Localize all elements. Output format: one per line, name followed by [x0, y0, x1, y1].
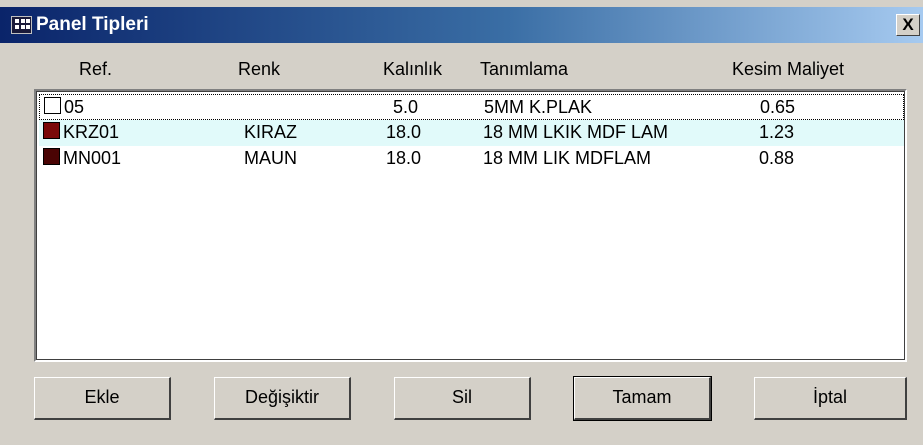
app-window-icon [11, 16, 32, 34]
cell-ref: KRZ01 [63, 122, 120, 142]
cell-renk: KIRAZ [244, 122, 298, 142]
cell-renk: MAUN [244, 148, 297, 168]
ok-button[interactable]: Tamam [573, 376, 712, 421]
color-swatch [43, 122, 60, 139]
list-item[interactable]: 05 5.0 5MM K.PLAK 0.65 [39, 94, 904, 120]
list-item[interactable]: KRZ01 KIRAZ 18.0 18 MM LKIK MDF LAM 1.23 [39, 120, 904, 146]
color-swatch [43, 148, 60, 165]
delete-button[interactable]: Sil [394, 377, 531, 420]
cell-kalinlik: 18.0 [386, 122, 422, 142]
cell-tanimlama: 5MM K.PLAK [484, 97, 593, 117]
cell-maliyet: 0.88 [759, 148, 795, 168]
column-header-kalinlik[interactable]: Kalınlık [383, 59, 442, 80]
add-button[interactable]: Ekle [34, 377, 171, 420]
cell-ref: MN001 [63, 148, 122, 168]
cell-tanimlama: 18 MM LKIK MDF LAM [483, 122, 669, 142]
panel-types-list[interactable]: 05 5.0 5MM K.PLAK 0.65 KRZ01 KIRAZ 18.0 … [34, 89, 907, 362]
cell-tanimlama: 18 MM LIK MDFLAM [483, 148, 652, 168]
column-header-ref[interactable]: Ref. [79, 59, 112, 80]
color-swatch [44, 97, 61, 114]
window-title: Panel Tipleri [36, 14, 149, 35]
close-button[interactable]: X [896, 14, 920, 36]
cell-ref: 05 [64, 97, 85, 117]
column-headers: Ref. Renk Kalınlık Tanımlama Kesim Maliy… [0, 59, 923, 87]
cell-kalinlik: 18.0 [386, 148, 422, 168]
column-header-renk[interactable]: Renk [238, 59, 280, 80]
list-item[interactable]: MN001 MAUN 18.0 18 MM LIK MDFLAM 0.88 [39, 146, 904, 172]
column-header-tanimlama[interactable]: Tanımlama [480, 59, 568, 80]
cell-maliyet: 1.23 [759, 122, 795, 142]
panel-tipleri-dialog: Panel Tipleri X Ref. Renk Kalınlık Tanım… [0, 0, 923, 445]
cell-maliyet: 0.65 [760, 97, 796, 117]
title-bar[interactable]: Panel Tipleri X [0, 7, 923, 43]
column-header-kesim-maliyet[interactable]: Kesim Maliyet [732, 59, 844, 80]
cell-kalinlik: 5.0 [393, 97, 419, 117]
cancel-button[interactable]: İptal [754, 377, 907, 420]
modify-button[interactable]: Değişiktir [214, 377, 351, 420]
